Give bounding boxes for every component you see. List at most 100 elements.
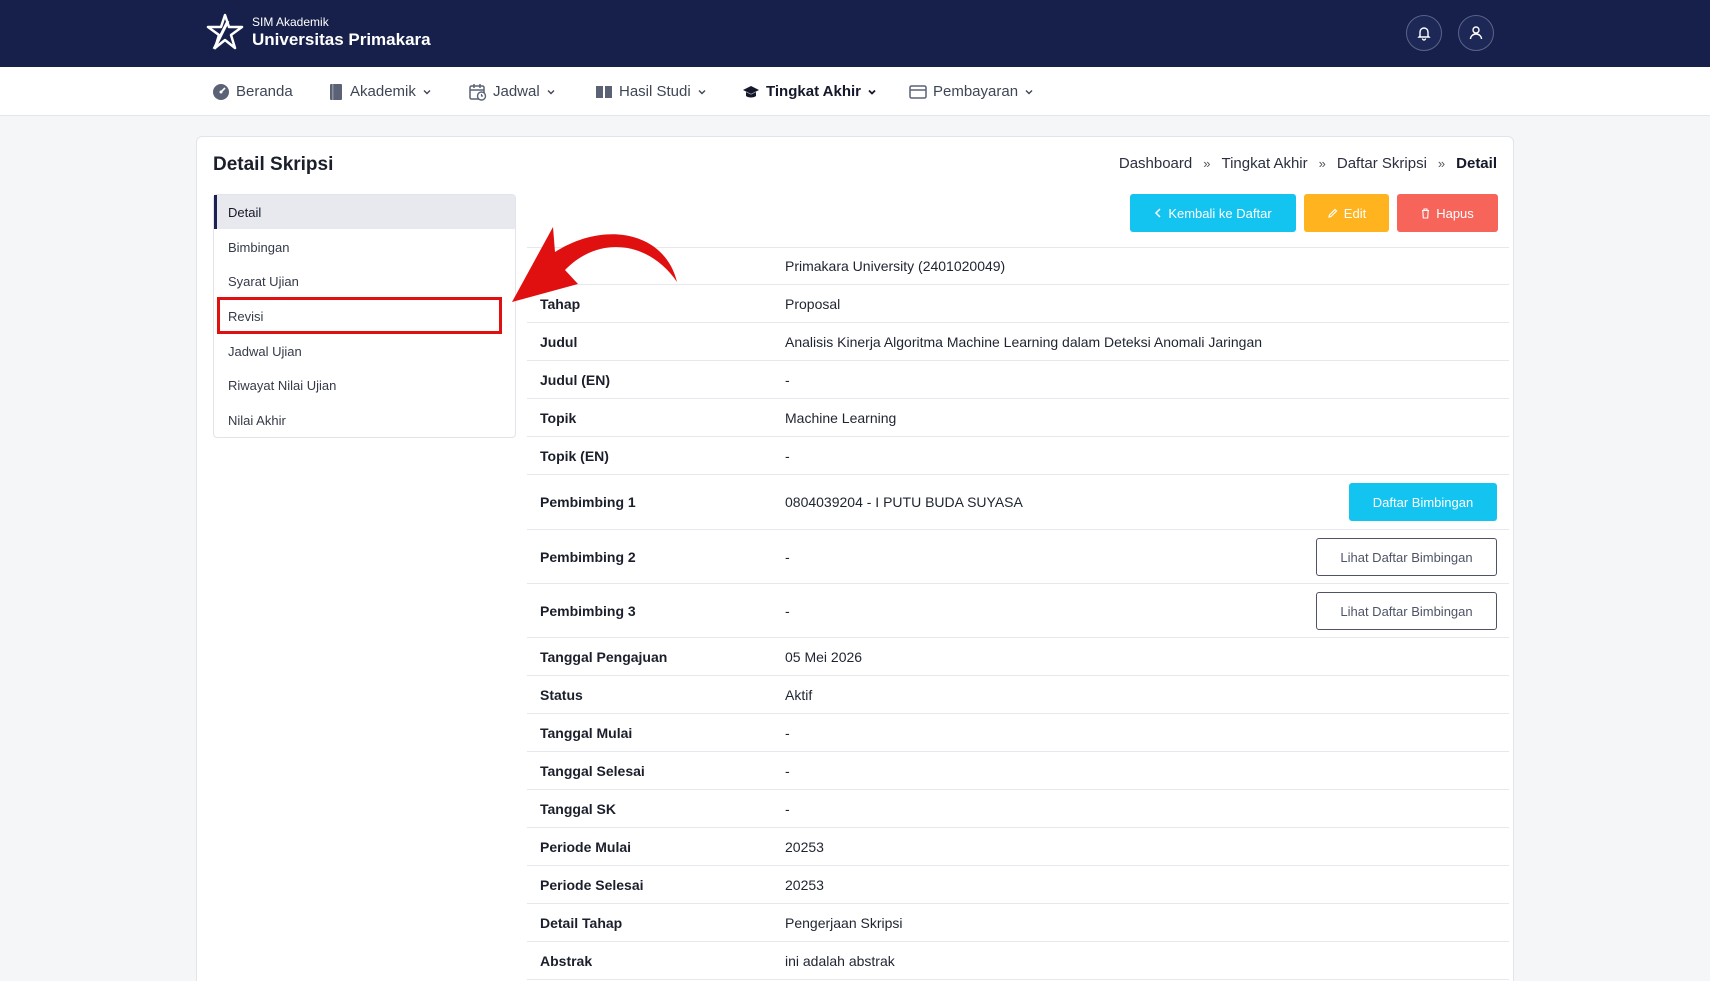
row-label: Detail Tahap bbox=[540, 914, 623, 931]
calendar-clock-icon bbox=[469, 83, 487, 101]
daftar-bimbingan-label: Daftar Bimbingan bbox=[1372, 494, 1474, 510]
table-row: Pembimbing 3 - Lihat Daftar Bimbingan bbox=[527, 584, 1509, 638]
daftar-bimbingan-button[interactable]: Daftar Bimbingan bbox=[1349, 483, 1497, 521]
nav-tingkat-akhir[interactable]: Tingkat Akhir bbox=[742, 67, 877, 116]
chevron-down-icon bbox=[698, 89, 706, 94]
table-row: Periode Mulai 20253 bbox=[527, 828, 1509, 866]
main-nav: Beranda Akademik Jadwal Hasil Studi Ting… bbox=[0, 67, 1710, 116]
university-logo-icon bbox=[206, 13, 244, 50]
row-value: - bbox=[785, 800, 790, 817]
row-label: Periode Selesai bbox=[540, 876, 644, 893]
row-label: Topik bbox=[540, 409, 577, 426]
row-label: Tanggal SK bbox=[540, 800, 616, 817]
trash-icon bbox=[1422, 207, 1430, 219]
side-item-bimbingan[interactable]: Bimbingan bbox=[214, 230, 515, 264]
row-value: 0804039204 - I PUTU BUDA SUYASA bbox=[785, 494, 1023, 510]
brand[interactable]: SIM Akademik Universitas Primakara bbox=[206, 13, 431, 53]
row-label: Tanggal Mulai bbox=[540, 724, 633, 741]
table-row: Status Aktif bbox=[527, 676, 1509, 714]
nav-label: Jadwal bbox=[493, 83, 540, 100]
page-title: Detail Skripsi bbox=[213, 154, 334, 175]
side-item-riwayat-nilai-ujian[interactable]: Riwayat Nilai Ujian bbox=[214, 368, 515, 402]
side-item-jadwal-ujian[interactable]: Jadwal Ujian bbox=[214, 334, 515, 368]
graduation-cap-icon bbox=[743, 85, 759, 97]
profile-button[interactable] bbox=[1458, 15, 1494, 51]
breadcrumb-tingkat-akhir[interactable]: Tingkat Akhir bbox=[1221, 155, 1307, 172]
chevron-down-icon bbox=[547, 89, 555, 94]
nav-pembayaran[interactable]: Pembayaran bbox=[909, 67, 1034, 116]
table-row: Topik (EN) - bbox=[527, 437, 1509, 475]
nav-label: Akademik bbox=[350, 83, 416, 100]
detail-card: Detail Skripsi Dashboard » Tingkat Akhir… bbox=[196, 136, 1514, 981]
table-row: Judul Analisis Kinerja Algoritma Machine… bbox=[527, 323, 1509, 361]
edit-button[interactable]: Edit bbox=[1304, 194, 1389, 232]
table-row: Topik Machine Learning bbox=[527, 399, 1509, 437]
table-row: Periode Selesai 20253 bbox=[527, 866, 1509, 904]
chevron-left-icon bbox=[1155, 208, 1161, 218]
table-row: Detail Tahap Pengerjaan Skripsi bbox=[527, 904, 1509, 942]
row-value: - bbox=[785, 447, 790, 464]
notification-button[interactable] bbox=[1406, 15, 1442, 51]
row-label: Pembimbing 3 bbox=[540, 602, 636, 619]
dashboard-icon bbox=[213, 83, 229, 100]
chevron-down-icon bbox=[423, 89, 431, 94]
edit-label: Edit bbox=[1343, 205, 1367, 221]
row-label: Pembimbing 1 bbox=[540, 494, 636, 510]
detail-table: Primakara University (2401020049) Tahap … bbox=[527, 247, 1509, 980]
nav-hasil-studi[interactable]: Hasil Studi bbox=[595, 67, 707, 116]
side-item-syarat-ujian[interactable]: Syarat Ujian bbox=[214, 264, 515, 298]
breadcrumb-separator: » bbox=[1203, 156, 1211, 171]
row-value: - bbox=[785, 762, 790, 779]
table-row: Tanggal Selesai - bbox=[527, 752, 1509, 790]
row-label: Judul bbox=[540, 333, 578, 350]
nav-label: Pembayaran bbox=[933, 83, 1019, 100]
row-value: 20253 bbox=[785, 876, 824, 893]
row-label: Pembimbing 2 bbox=[540, 548, 636, 565]
lihat-daftar-bimbingan-button[interactable]: Lihat Daftar Bimbingan bbox=[1316, 538, 1497, 576]
delete-label: Hapus bbox=[1436, 205, 1474, 221]
row-value: Pengerjaan Skripsi bbox=[785, 914, 903, 931]
row-value: - bbox=[785, 602, 790, 619]
breadcrumb-dashboard[interactable]: Dashboard bbox=[1119, 155, 1192, 172]
pencil-icon bbox=[1327, 208, 1338, 218]
bell-icon bbox=[1417, 27, 1431, 41]
table-row: Tanggal Mulai - bbox=[527, 714, 1509, 752]
row-label: Judul (EN) bbox=[540, 371, 610, 388]
row-label: Tanggal Selesai bbox=[540, 762, 645, 779]
nav-label: Tingkat Akhir bbox=[766, 83, 862, 100]
row-value: - bbox=[785, 371, 790, 388]
nav-jadwal[interactable]: Jadwal bbox=[469, 67, 556, 116]
row-value: Proposal bbox=[785, 295, 841, 312]
breadcrumb: Dashboard » Tingkat Akhir » Daftar Skrip… bbox=[1119, 155, 1497, 172]
nav-label: Hasil Studi bbox=[619, 83, 691, 100]
lihat-daftar-bimbingan-label: Lihat Daftar Bimbingan bbox=[1340, 549, 1473, 565]
breadcrumb-current: Detail bbox=[1456, 155, 1497, 172]
lihat-daftar-bimbingan-button[interactable]: Lihat Daftar Bimbingan bbox=[1316, 592, 1497, 630]
book-icon bbox=[330, 83, 342, 100]
table-row: Tanggal Pengajuan 05 Mei 2026 bbox=[527, 638, 1509, 676]
side-item-nilai-akhir[interactable]: Nilai Akhir bbox=[214, 403, 515, 437]
delete-button[interactable]: Hapus bbox=[1397, 194, 1498, 232]
back-to-list-label: Kembali ke Daftar bbox=[1168, 205, 1272, 221]
side-item-detail[interactable]: Detail bbox=[214, 195, 515, 229]
breadcrumb-separator: » bbox=[1318, 156, 1326, 171]
chevron-down-icon bbox=[868, 89, 876, 95]
row-value: Machine Learning bbox=[785, 409, 897, 426]
user-icon bbox=[1469, 26, 1483, 40]
revisi-highlight-box bbox=[217, 297, 502, 334]
breadcrumb-daftar-skripsi[interactable]: Daftar Skripsi bbox=[1337, 155, 1427, 172]
nav-akademik[interactable]: Akademik bbox=[328, 67, 432, 116]
row-value: Analisis Kinerja Algoritma Machine Learn… bbox=[785, 333, 1263, 350]
row-label: Periode Mulai bbox=[540, 838, 632, 855]
nav-beranda[interactable]: Beranda bbox=[212, 67, 293, 116]
row-label: Topik (EN) bbox=[540, 447, 609, 464]
row-label: Tanggal Pengajuan bbox=[540, 648, 668, 665]
row-value: ini adalah abstrak bbox=[785, 952, 895, 969]
table-row: Pembimbing 2 - Lihat Daftar Bimbingan bbox=[527, 530, 1509, 584]
nav-label: Beranda bbox=[236, 83, 293, 100]
card-icon bbox=[909, 84, 927, 99]
annotation-arrow-icon bbox=[512, 227, 677, 302]
row-value: Primakara University (2401020049) bbox=[785, 258, 1006, 274]
back-to-list-button[interactable]: Kembali ke Daftar bbox=[1130, 194, 1296, 232]
row-value: Aktif bbox=[785, 686, 813, 703]
